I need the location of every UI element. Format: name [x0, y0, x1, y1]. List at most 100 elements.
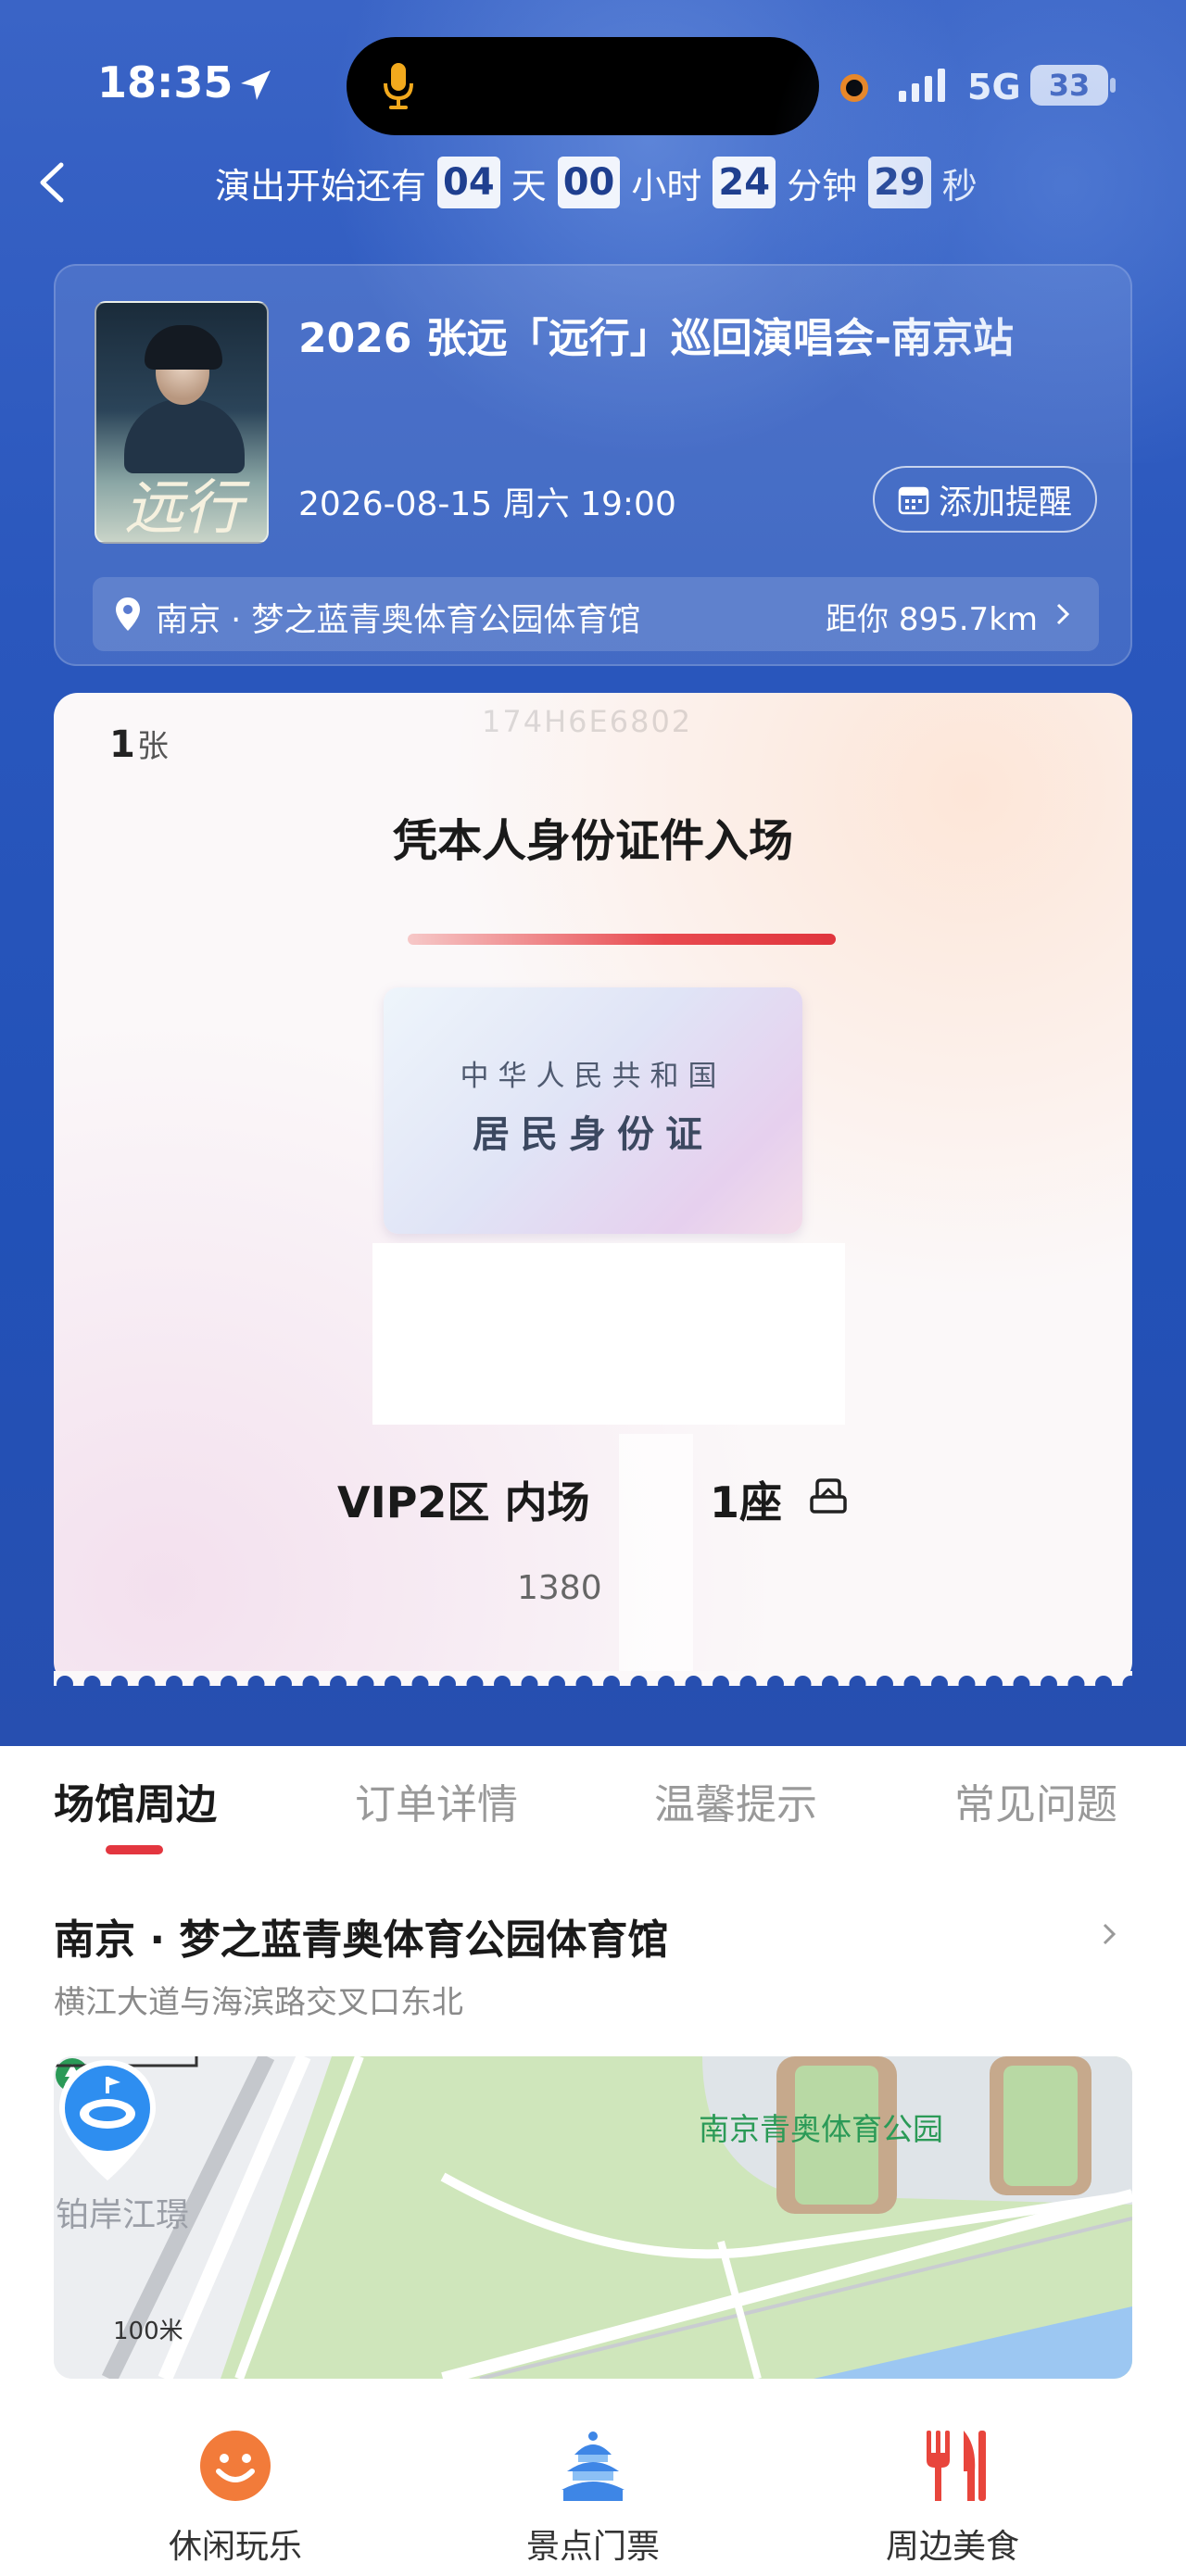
- venue-distance: 距你 895.7km: [826, 601, 1038, 638]
- perforation-hole: [302, 1676, 320, 1692]
- ticket-faded-code: 174H6E6802: [482, 704, 693, 739]
- temple-icon: [561, 2431, 625, 2501]
- perforation-hole: [575, 1676, 593, 1692]
- battery-indicator: 33: [1030, 65, 1108, 106]
- tab-tips[interactable]: 温馨提示: [654, 1771, 817, 1830]
- ticket-count: 1张: [109, 721, 169, 766]
- map-park-label: 南京青奥体育公园: [699, 2111, 943, 2147]
- calendar-icon: [898, 486, 929, 515]
- event-poster[interactable]: 远行: [95, 301, 269, 544]
- nav-attraction-tickets-label: 景点门票: [525, 2528, 660, 2566]
- ticket-hero-background: 18:35 5G 33 演出开始还有 04 天 00 小时 24 分钟 29 秒: [0, 0, 1186, 1746]
- tab-order-details[interactable]: 订单详情: [355, 1771, 518, 1830]
- chevron-right-icon: [1056, 603, 1070, 625]
- countdown-hours-unit: 小时: [631, 165, 702, 207]
- ticket-count-number: 1: [109, 723, 135, 766]
- countdown-hours: 00: [557, 157, 621, 208]
- perforation-hole: [111, 1676, 128, 1692]
- countdown-seconds-unit: 秒: [941, 165, 978, 207]
- perforation-hole: [958, 1676, 976, 1692]
- perforation-hole: [1013, 1676, 1030, 1692]
- bottom-category-nav: 休闲玩乐 景点门票 周边美食: [0, 2408, 1186, 2576]
- status-time: 18:35: [97, 57, 233, 107]
- perforation-hole: [903, 1676, 921, 1692]
- chevron-right-icon[interactable]: [1099, 1919, 1119, 1949]
- venue-name: 南京 · 梦之蓝青奥体育公园体育馆: [156, 602, 641, 639]
- perforation-hole: [685, 1676, 702, 1692]
- battery-cap: [1110, 78, 1116, 93]
- seat-zone: VIP2区 内场: [337, 1477, 590, 1527]
- perforation-hole: [385, 1676, 401, 1692]
- perforation-hole: [931, 1676, 948, 1692]
- tab-venue-nearby[interactable]: 场馆周边: [54, 1771, 217, 1830]
- map-scale-label: 100米: [113, 2318, 183, 2345]
- ticket-count-unit: 张: [136, 728, 169, 765]
- entry-method-title: 凭本人身份证件入场: [392, 815, 793, 867]
- ticket-card: 1张 174H6E6802 凭本人身份证件入场 中华人民共和国 居民身份证 VI…: [54, 693, 1132, 1686]
- fork-knife-icon: [927, 2431, 986, 2501]
- detail-tabs: 场馆周边 订单详情 温馨提示 常见问题: [0, 1760, 1186, 1862]
- id-card-country: 中华人民共和国: [460, 1060, 726, 1093]
- active-tab-indicator: [106, 1845, 163, 1854]
- map-drawing: [54, 2056, 1132, 2379]
- nav-attraction-tickets[interactable]: 景点门票: [473, 2427, 713, 2568]
- perforation-hole: [357, 1676, 374, 1692]
- perforation-hole: [275, 1676, 292, 1692]
- poster-title: 远行: [124, 474, 243, 543]
- back-chevron-icon[interactable]: [33, 159, 70, 206]
- venue-map-marker-icon[interactable]: [54, 2056, 161, 2186]
- perforation-hole: [1067, 1676, 1085, 1692]
- perforation-hole: [466, 1676, 484, 1692]
- perforation-hole: [138, 1676, 156, 1692]
- venue-map[interactable]: 南京青奥体育公园 铂岸江璟 100米: [54, 2056, 1132, 2379]
- recording-indicator: [840, 74, 868, 102]
- id-card-type: 居民身份证: [473, 1113, 713, 1156]
- perforation-hole: [57, 1676, 73, 1692]
- microphone-icon: [384, 63, 413, 109]
- venue-location-bar[interactable]: 南京 · 梦之蓝青奥体育公园体育馆 距你 895.7km: [93, 577, 1099, 651]
- map-area-label: 铂岸江璟: [56, 2196, 190, 2234]
- id-card-blank-area: [372, 1243, 845, 1425]
- perforation-hole: [1041, 1676, 1057, 1692]
- seat-number: 1座: [710, 1477, 783, 1527]
- countdown-seconds: 29: [868, 157, 931, 208]
- perforation-hole: [411, 1676, 429, 1692]
- nav-nearby-food-label: 周边美食: [885, 2528, 1019, 2566]
- countdown-prefix: 演出开始还有: [215, 165, 427, 207]
- perforation-hole: [221, 1676, 237, 1692]
- nearby-venue-name[interactable]: 南京 · 梦之蓝青奥体育公园体育馆: [54, 1906, 668, 1966]
- nav-leisure[interactable]: 休闲玩乐: [115, 2427, 356, 2568]
- seat-icon: [810, 1478, 847, 1514]
- cellular-signal-icon: [899, 69, 945, 102]
- perforation-hole: [247, 1676, 265, 1692]
- perforation-hole: [83, 1676, 101, 1692]
- perforation-hole: [849, 1676, 866, 1692]
- ticket-perforated-edge: [54, 1671, 1132, 1692]
- add-reminder-button[interactable]: 添加提醒: [873, 466, 1097, 533]
- perforation-hole: [603, 1676, 620, 1692]
- perforation-hole: [193, 1676, 210, 1692]
- nav-leisure-label: 休闲玩乐: [168, 2528, 302, 2566]
- countdown-minutes: 24: [713, 157, 776, 208]
- perforation-hole: [986, 1676, 1003, 1692]
- countdown-days-unit: 天: [511, 165, 547, 207]
- perforation-hole: [658, 1676, 675, 1692]
- perforation-hole: [767, 1676, 784, 1692]
- perforation-hole: [713, 1676, 729, 1692]
- perforation-hole: [521, 1676, 538, 1692]
- perforation-hole: [1095, 1676, 1112, 1692]
- add-reminder-label: 添加提醒: [938, 484, 1072, 521]
- perforation-hole: [877, 1676, 893, 1692]
- nav-nearby-food[interactable]: 周边美食: [832, 2427, 1073, 2568]
- ticket-price: 1380: [517, 1569, 602, 1607]
- perforation-hole: [549, 1676, 565, 1692]
- countdown-days: 04: [437, 157, 500, 208]
- countdown-minutes-unit: 分钟: [787, 165, 858, 207]
- perforation-hole: [739, 1676, 757, 1692]
- dynamic-island: [347, 37, 819, 135]
- perforation-hole: [439, 1676, 456, 1692]
- ticket-light-strip: [619, 1434, 693, 1686]
- event-title: 2026 张远「远行」巡回演唱会-南京站: [298, 315, 1015, 362]
- perforation-hole: [822, 1676, 839, 1692]
- tab-faq[interactable]: 常见问题: [954, 1771, 1117, 1830]
